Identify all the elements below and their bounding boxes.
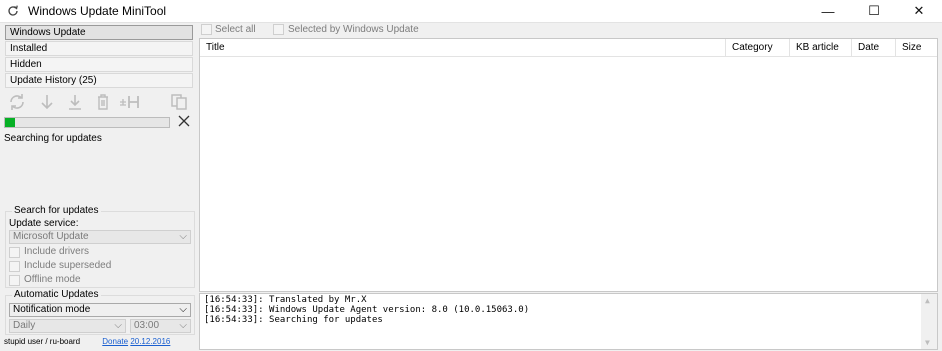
- schedule-day-value: Daily: [13, 320, 36, 331]
- include-superseded-checkbox[interactable]: [9, 261, 20, 272]
- schedule-day-select[interactable]: Daily ⌵: [9, 319, 126, 333]
- footer: stupid user / ru-board Donate 20.12.2016: [4, 337, 170, 346]
- delete-icon: [98, 94, 108, 110]
- notification-mode-value: Notification mode: [13, 304, 91, 315]
- client-area: Windows Update Installed Hidden Update H…: [0, 22, 942, 351]
- chevron-down-icon: ⌵: [114, 320, 122, 331]
- chevron-down-icon: ⌵: [179, 231, 187, 242]
- selected-by-wu-label: Selected by Windows Update: [288, 24, 419, 35]
- column-category[interactable]: Category: [726, 39, 790, 57]
- log-line: [16:54:33]: Translated by Mr.X: [204, 295, 367, 305]
- notification-mode-select[interactable]: Notification mode ⌵: [9, 303, 191, 317]
- window-title: Windows Update MiniTool: [28, 4, 167, 18]
- selected-by-wu-checkbox[interactable]: [273, 24, 284, 35]
- schedule-time-select[interactable]: 03:00 ⌵: [130, 319, 191, 333]
- chevron-down-icon: ⌵: [179, 320, 187, 331]
- toolbar: [6, 92, 192, 112]
- cancel-search-icon[interactable]: [177, 114, 191, 128]
- donate-link[interactable]: Donate: [102, 337, 128, 346]
- delete-button[interactable]: [92, 92, 114, 112]
- status-text: Searching for updates: [4, 133, 102, 144]
- column-size[interactable]: Size: [896, 39, 937, 57]
- select-all-checkbox[interactable]: [201, 24, 212, 35]
- copy-icon: [171, 94, 187, 110]
- schedule-time-value: 03:00: [134, 320, 160, 331]
- column-title[interactable]: Title: [200, 39, 726, 57]
- search-progress-bar: [4, 117, 170, 128]
- nav-windows-update[interactable]: Windows Update: [5, 25, 193, 40]
- log-line: [16:54:33]: Searching for updates: [204, 315, 383, 325]
- title-bar: Windows Update MiniTool — ☐ ✕: [0, 0, 942, 22]
- close-icon: ✕: [913, 3, 925, 18]
- refresh-button[interactable]: [6, 92, 28, 112]
- download-icon: [41, 95, 53, 110]
- left-panel: Windows Update Installed Hidden Update H…: [0, 23, 198, 351]
- column-date[interactable]: Date: [852, 39, 896, 57]
- minimize-icon: —: [821, 3, 835, 19]
- automatic-updates-legend: Automatic Updates: [12, 289, 101, 300]
- offline-mode-checkbox[interactable]: [9, 275, 20, 286]
- download-button[interactable]: [36, 92, 58, 112]
- scroll-down-icon[interactable]: ▼: [925, 338, 930, 347]
- minimize-button[interactable]: —: [805, 0, 851, 22]
- maximize-icon: ☐: [868, 3, 880, 18]
- hide-icon: [120, 96, 139, 108]
- close-button[interactable]: ✕: [896, 0, 942, 22]
- log-panel[interactable]: [16:54:33]: Translated by Mr.X [16:54:33…: [199, 293, 938, 350]
- maximize-button[interactable]: ☐: [851, 0, 897, 22]
- include-superseded-label: Include superseded: [24, 260, 112, 271]
- updates-table[interactable]: Title Category KB article Date Size: [199, 38, 938, 292]
- install-icon: [69, 95, 81, 110]
- refresh-icon: [10, 94, 24, 110]
- update-service-select[interactable]: Microsoft Update ⌵: [9, 230, 191, 244]
- selection-bar: Select all Selected by Windows Update: [199, 23, 942, 37]
- update-service-value: Microsoft Update: [13, 231, 89, 242]
- nav-update-history[interactable]: Update History (25): [5, 73, 193, 88]
- scroll-up-icon[interactable]: ▲: [925, 296, 930, 305]
- nav-hidden[interactable]: Hidden: [5, 57, 193, 72]
- progress-fill: [5, 118, 15, 127]
- include-drivers-checkbox[interactable]: [9, 247, 20, 258]
- app-refresh-icon: [8, 5, 18, 16]
- select-all-label: Select all: [215, 24, 256, 35]
- offline-mode-label: Offline mode: [24, 274, 81, 285]
- nav-installed[interactable]: Installed: [5, 41, 193, 56]
- log-scrollbar[interactable]: ▲ ▼: [921, 294, 937, 349]
- update-service-label: Update service:: [9, 218, 79, 229]
- credit-text: stupid user / ru-board: [4, 337, 81, 346]
- log-line: [16:54:33]: Windows Update Agent version…: [204, 305, 530, 315]
- install-button[interactable]: [64, 92, 86, 112]
- automatic-updates-group: Automatic Updates Notification mode ⌵ Da…: [5, 289, 195, 335]
- version-date-link[interactable]: 20.12.2016: [130, 337, 170, 346]
- hide-button[interactable]: [118, 92, 144, 112]
- chevron-down-icon: ⌵: [179, 304, 187, 315]
- copy-button[interactable]: [168, 92, 190, 112]
- search-for-updates-group: Search for updates Update service: Micro…: [5, 205, 195, 288]
- column-kb-article[interactable]: KB article: [790, 39, 852, 57]
- include-drivers-label: Include drivers: [24, 246, 90, 257]
- search-group-legend: Search for updates: [12, 205, 101, 216]
